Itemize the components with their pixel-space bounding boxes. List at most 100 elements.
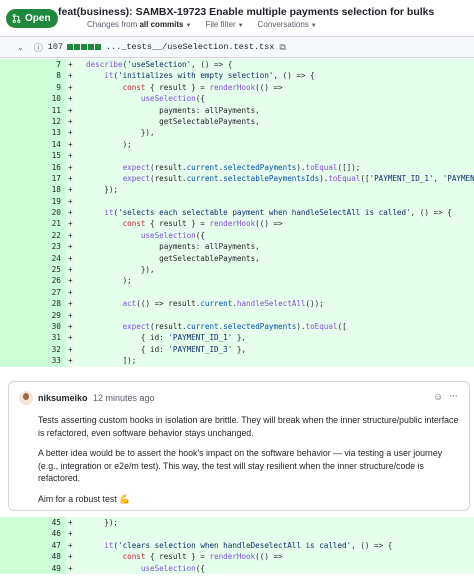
code-content: + );: [66, 275, 474, 287]
code-token: { result } =: [145, 552, 210, 562]
line-number[interactable]: 8: [0, 70, 66, 82]
diff-line[interactable]: 16 + expect(result.current.selectedPaymen…: [0, 161, 474, 173]
diff-line[interactable]: 26 + );: [0, 275, 474, 287]
smiley-icon[interactable]: ☺: [433, 392, 443, 403]
diff-line[interactable]: 20 + it('selects each selectable payment …: [0, 207, 474, 219]
line-number[interactable]: 33: [0, 355, 66, 367]
diff-line[interactable]: 17 + expect(result.current.selectablePaym…: [0, 172, 474, 185]
line-number[interactable]: 10: [0, 93, 66, 105]
comment-paragraph: Aim for a robust test 💪: [38, 493, 131, 504]
comment-time[interactable]: 12 minutes ago: [93, 393, 155, 403]
line-number[interactable]: 28: [0, 298, 66, 310]
diff-line[interactable]: 24 + getSelectablePayments,: [0, 252, 474, 265]
line-number[interactable]: 46: [0, 528, 66, 540]
diff-line[interactable]: 12 + getSelectablePayments,: [0, 115, 474, 128]
line-number[interactable]: 49: [0, 562, 66, 574]
diff-line[interactable]: 30 + expect(result.current.selectedPaymen…: [0, 320, 474, 333]
line-number[interactable]: 47: [0, 539, 66, 552]
copy-icon[interactable]: ⧉: [279, 42, 285, 53]
file-path[interactable]: ..._tests__/useSelection.test.tsx: [106, 42, 274, 52]
code-content: + { id: 'PAYMENT_ID_3' },: [66, 343, 474, 356]
line-number[interactable]: 11: [0, 104, 66, 116]
line-number[interactable]: 14: [0, 138, 66, 151]
line-number[interactable]: 20: [0, 207, 66, 219]
line-number[interactable]: 45: [0, 517, 66, 529]
line-number[interactable]: 30: [0, 320, 66, 333]
line-number[interactable]: 7: [0, 59, 66, 71]
diff-line[interactable]: 28 + act(() => result.current.handleSelec…: [0, 298, 474, 310]
code-content: + expect(result.current.selectablePaymen…: [66, 172, 474, 185]
diff-line[interactable]: 46 +: [0, 528, 474, 540]
diff-line[interactable]: 25 + }),: [0, 264, 474, 276]
diff-line[interactable]: 11 + payments: allPayments,: [0, 104, 474, 116]
info-icon[interactable]: ⓘ: [34, 41, 43, 54]
line-number[interactable]: 48: [0, 551, 66, 563]
diff-line[interactable]: 23 + payments: allPayments,: [0, 241, 474, 253]
file-filter-label: File filter: [205, 20, 236, 29]
code-content: + const { result } = renderHook(() =>: [66, 81, 474, 94]
diff-sign: +: [68, 116, 73, 126]
diff-line[interactable]: 48 + const { result } = renderHook(() =>: [0, 551, 474, 563]
line-number[interactable]: 32: [0, 343, 66, 356]
collapse-chevron-icon[interactable]: ⌄: [17, 43, 24, 52]
diff-line[interactable]: 14 + );: [0, 138, 474, 151]
diff-line[interactable]: 47 + it('clears selection when handleDese…: [0, 539, 474, 552]
diff-line[interactable]: 31 + { id: 'PAYMENT_ID_1' },: [0, 332, 474, 344]
file-filter-dropdown[interactable]: File filter ▼: [205, 20, 243, 29]
diff-line[interactable]: 49 + useSelection({: [0, 562, 474, 574]
code-token: current: [186, 321, 219, 331]
code-token: ,: [433, 173, 443, 183]
diff-line[interactable]: 19 +: [0, 195, 474, 208]
diff-line[interactable]: 29 +: [0, 309, 474, 321]
line-number[interactable]: 19: [0, 195, 66, 208]
line-number[interactable]: 25: [0, 264, 66, 276]
code-content: + act(() => result.current.handleSelectA…: [66, 298, 474, 310]
line-number[interactable]: 21: [0, 218, 66, 230]
line-number[interactable]: 13: [0, 127, 66, 139]
diff-line[interactable]: 7 + describe('useSelection', () => {: [0, 59, 474, 71]
code-token: 'PAYMENT_ID_1': [369, 173, 434, 183]
line-number[interactable]: 29: [0, 309, 66, 321]
diff-sign: +: [68, 276, 73, 286]
line-number[interactable]: 23: [0, 241, 66, 253]
diff-line[interactable]: 33 + ]);: [0, 355, 474, 367]
line-number[interactable]: 15: [0, 150, 66, 162]
diff-line[interactable]: 27 +: [0, 286, 474, 299]
conversations-label: Conversations: [257, 20, 309, 29]
kebab-horizontal-icon[interactable]: ···: [449, 390, 458, 402]
line-number[interactable]: 18: [0, 184, 66, 196]
line-number[interactable]: 24: [0, 252, 66, 265]
diff-sign: +: [68, 563, 73, 573]
diff-line[interactable]: 10 + useSelection({: [0, 93, 474, 105]
diff-line[interactable]: 18 + });: [0, 184, 474, 196]
line-number[interactable]: 27: [0, 286, 66, 299]
diff-line[interactable]: 21 + const { result } = renderHook(() =>: [0, 218, 474, 230]
diff-line[interactable]: 45 + });: [0, 517, 474, 529]
diff-line[interactable]: 8 + it('initializes with empty selection'…: [0, 70, 474, 82]
changes-from-dropdown[interactable]: Changes from all commits ▼: [87, 20, 191, 29]
diff-line[interactable]: 13 + }),: [0, 127, 474, 139]
line-number[interactable]: 12: [0, 115, 66, 128]
line-number[interactable]: 22: [0, 229, 66, 242]
diff-line[interactable]: 22 + useSelection({: [0, 229, 474, 242]
line-number[interactable]: 26: [0, 275, 66, 287]
diff-line[interactable]: 32 + { id: 'PAYMENT_ID_3' },: [0, 343, 474, 356]
diff-line[interactable]: 15 +: [0, 150, 474, 162]
code-token: toEqual: [305, 162, 338, 172]
line-number[interactable]: 17: [0, 172, 66, 185]
avatar[interactable]: [19, 391, 33, 405]
comment-author[interactable]: niksumeiko: [38, 393, 88, 403]
diff-sign: +: [68, 333, 73, 343]
line-number[interactable]: 31: [0, 332, 66, 344]
diff-line[interactable]: 9 + const { result } = renderHook(() =>: [0, 81, 474, 94]
code-token: ]);: [86, 356, 137, 366]
conversations-dropdown[interactable]: Conversations ▼: [258, 20, 317, 29]
diff-top: 7 + describe('useSelection', () => {8 + it(…: [0, 59, 474, 367]
code-content: + });: [66, 184, 474, 196]
line-number[interactable]: 16: [0, 161, 66, 173]
code-content: + payments: allPayments,: [66, 241, 474, 253]
line-number[interactable]: 9: [0, 81, 66, 94]
